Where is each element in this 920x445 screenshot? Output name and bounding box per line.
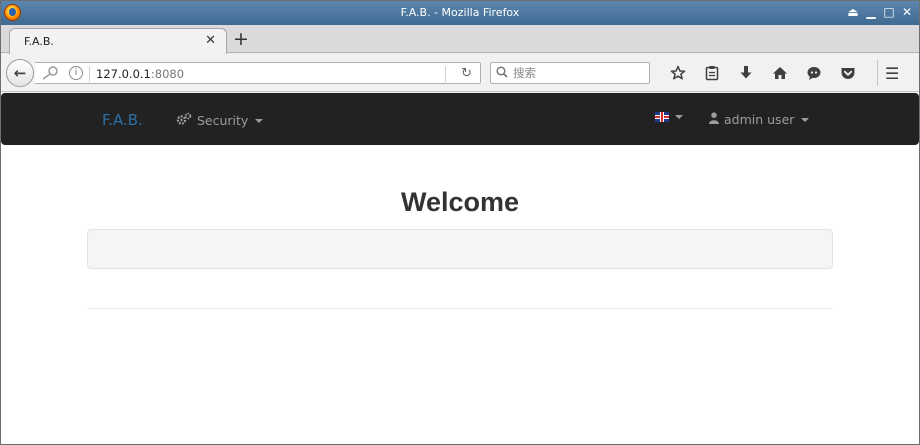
user-menu[interactable]: admin user — [709, 112, 810, 127]
url-port: :8080 — [150, 67, 185, 81]
user-icon — [709, 112, 719, 127]
divider — [87, 308, 833, 309]
chat-icon[interactable] — [797, 63, 831, 83]
url-text[interactable]: 127.0.0.1:8080 — [96, 67, 184, 81]
star-icon[interactable] — [661, 63, 695, 83]
search-input[interactable] — [513, 65, 643, 81]
window-title: F.A.B. - Mozilla Firefox — [400, 6, 520, 19]
brand-link[interactable]: F.A.B. — [102, 111, 143, 129]
user-menu-label: admin user — [724, 112, 795, 127]
url-separator — [89, 66, 90, 82]
chevron-down-icon — [801, 117, 810, 122]
window-controls: ⏏ ▁ □ ✕ — [847, 5, 913, 19]
tab-close-icon[interactable]: ✕ — [205, 33, 216, 48]
url-host: 127.0.0.1 — [96, 67, 151, 81]
tab-strip: F.A.B. ✕ + — [1, 25, 919, 54]
new-tab-button[interactable]: + — [233, 28, 249, 50]
language-menu[interactable] — [655, 112, 683, 122]
eject-icon[interactable]: ⏏ — [847, 5, 859, 19]
page-title: Welcome — [400, 187, 520, 217]
title-bar: F.A.B. - Mozilla Firefox ⏏ ▁ □ ✕ — [1, 1, 919, 25]
security-menu[interactable]: Security — [176, 112, 264, 129]
uk-flag-icon — [655, 112, 669, 122]
download-icon[interactable] — [729, 63, 763, 83]
close-window-button[interactable]: ✕ — [901, 5, 913, 19]
chevron-down-icon — [675, 115, 683, 119]
tab-title: F.A.B. — [24, 35, 54, 48]
reading-list-icon[interactable] — [695, 63, 729, 83]
reload-icon[interactable]: ↻ — [461, 66, 472, 81]
chevron-down-icon — [255, 118, 264, 123]
app-navbar: F.A.B. Security admin user — [1, 93, 919, 145]
back-button[interactable]: ← — [6, 59, 34, 87]
maximize-button[interactable]: □ — [883, 5, 895, 19]
security-menu-label: Security — [197, 113, 249, 128]
navigation-toolbar: i 127.0.0.1:8080 ↻ ← 搜索 ☰ — [1, 54, 919, 92]
browser-window: F.A.B. - Mozilla Firefox ⏏ ▁ □ ✕ F.A.B. … — [0, 0, 920, 445]
site-info-icon[interactable]: i — [69, 66, 83, 80]
search-bar[interactable] — [490, 62, 650, 84]
gears-icon — [176, 112, 192, 129]
content-well — [87, 229, 833, 269]
pocket-icon[interactable] — [831, 63, 865, 83]
key-icon — [39, 65, 64, 83]
url-bar[interactable]: i 127.0.0.1:8080 ↻ — [35, 62, 481, 84]
toolbar-icons — [661, 63, 865, 83]
page-viewport: F.A.B. Security admin user Welcome — [1, 93, 919, 444]
url-reload-separator — [445, 66, 446, 82]
hamburger-menu-icon[interactable]: ☰ — [885, 64, 899, 83]
home-icon[interactable] — [763, 63, 797, 83]
tab-fab[interactable]: F.A.B. ✕ — [9, 28, 227, 54]
minimize-button[interactable]: ▁ — [865, 5, 877, 19]
toolbar-separator — [877, 60, 878, 86]
search-icon — [496, 66, 508, 81]
